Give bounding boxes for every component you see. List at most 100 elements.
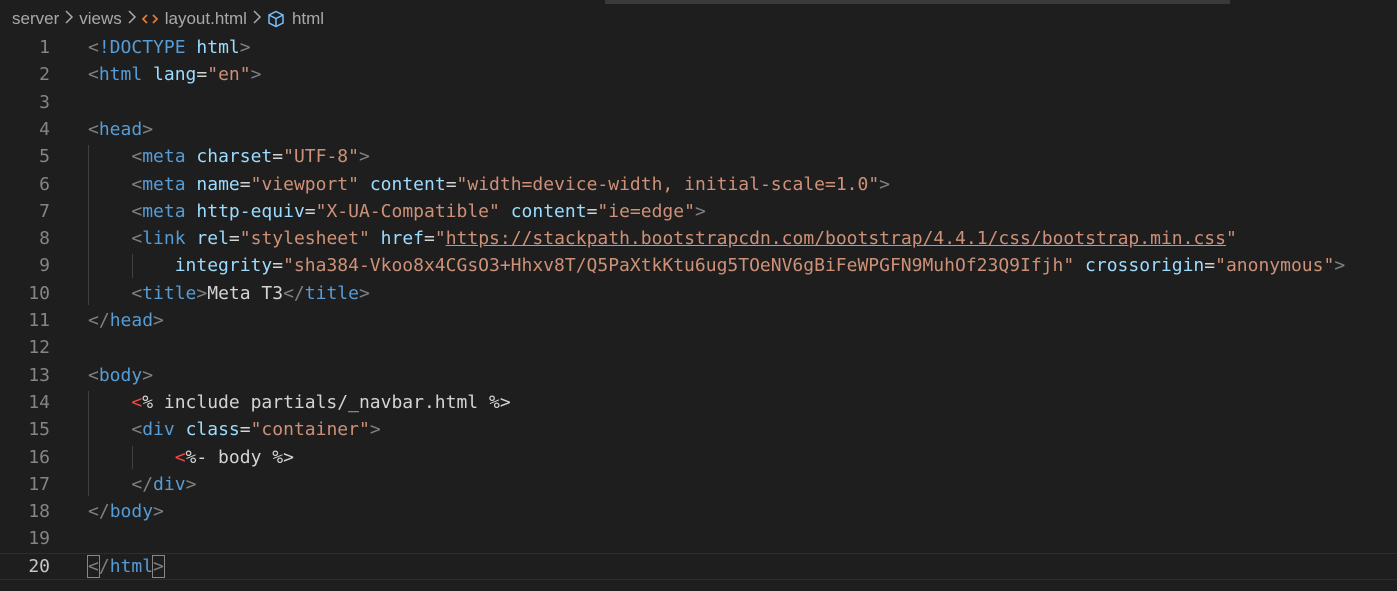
code-line[interactable]: 12 — [0, 334, 1397, 361]
code-token: meta — [142, 173, 186, 195]
line-number: 12 — [28, 337, 50, 359]
code-line[interactable]: 3 — [0, 89, 1397, 116]
code-token: %- body %> — [185, 446, 294, 468]
code-text: <body> — [88, 365, 153, 386]
code-line[interactable]: 5 <meta charset="UTF-8"> — [0, 143, 1397, 170]
code-text: </body> — [88, 501, 164, 522]
line-number: 2 — [39, 64, 50, 86]
code-line[interactable]: 6 <meta name="viewport" content="width=d… — [0, 171, 1397, 198]
code-line[interactable]: 14 <% include partials/_navbar.html %> — [0, 389, 1397, 416]
code-token: > — [694, 200, 706, 222]
code-token: charset — [196, 146, 273, 168]
code-token: = — [196, 64, 208, 86]
code-text: </div> — [88, 474, 196, 495]
code-token: html — [109, 555, 154, 577]
code-token: "UTF-8" — [283, 146, 359, 168]
code-token: class — [185, 419, 240, 441]
code-text: </head> — [88, 310, 164, 331]
code-line[interactable]: 20 </html> — [0, 552, 1397, 580]
code-token: title — [142, 282, 197, 304]
code-token: < — [131, 391, 143, 413]
code-text: <link rel="stylesheet" href="https://sta… — [88, 228, 1237, 250]
code-token: crossorigin — [1085, 255, 1205, 277]
line-number: 5 — [39, 146, 50, 168]
code-token: "stylesheet" — [239, 228, 370, 250]
code-text: <!DOCTYPE html> — [88, 37, 251, 58]
code-editor[interactable]: 1 <!DOCTYPE html> 2 <html lang="en"> 3 4 <head… — [0, 34, 1397, 591]
breadcrumb-item-views[interactable]: views — [79, 9, 122, 29]
code-line[interactable]: 9 integrity="sha384-Vkoo8x4CGsO3+Hhxv8T/… — [0, 252, 1397, 279]
code-line[interactable]: 11 </head> — [0, 307, 1397, 334]
code-line[interactable]: 17 </div> — [0, 471, 1397, 498]
code-text: <html lang="en"> — [88, 64, 261, 85]
code-token: </ — [88, 501, 110, 523]
code-token: < — [88, 64, 99, 86]
code-token: rel — [196, 228, 229, 250]
code-token: "sha384-Vkoo8x4CGsO3+Hhxv8T/Q5PaXtkKtu6u… — [283, 255, 1075, 277]
line-number: 4 — [39, 118, 50, 140]
code-token: = — [272, 255, 284, 277]
code-line[interactable]: 1 <!DOCTYPE html> — [0, 34, 1397, 61]
code-token: " — [1225, 228, 1237, 250]
code-token: < — [174, 446, 186, 468]
code-line[interactable]: 10 <title>Meta T3</title> — [0, 280, 1397, 307]
code-token: html — [98, 64, 143, 86]
chevron-right-icon — [61, 9, 77, 29]
breadcrumb-item-html[interactable]: html — [292, 9, 324, 29]
code-token: < — [131, 228, 143, 250]
code-token: head — [98, 118, 143, 140]
code-text: integrity="sha384-Vkoo8x4CGsO3+Hhxv8T/Q5… — [88, 255, 1345, 276]
code-token: < — [131, 282, 143, 304]
line-number: 18 — [28, 501, 50, 523]
indent-guide — [132, 254, 133, 278]
code-token: integrity — [174, 255, 273, 277]
code-line[interactable]: 18 </body> — [0, 498, 1397, 525]
code-text: <meta http-equiv="X-UA-Compatible" conte… — [88, 200, 706, 222]
code-token: > — [185, 473, 197, 495]
code-token: link — [142, 228, 186, 250]
code-token: > — [152, 554, 165, 578]
code-line[interactable]: 16 <%- body %> — [0, 444, 1397, 471]
code-token: = — [1204, 255, 1216, 277]
code-text: </html> — [87, 554, 165, 578]
breadcrumb-item-file[interactable]: layout.html — [165, 9, 247, 29]
code-line[interactable]: 13 <body> — [0, 362, 1397, 389]
code-token: = — [239, 419, 251, 441]
code-line[interactable]: 2 <html lang="en"> — [0, 61, 1397, 88]
line-number: 15 — [28, 419, 50, 441]
code-token: body — [109, 501, 154, 523]
code-token: > — [153, 310, 164, 331]
indent-guide — [88, 145, 89, 305]
code-line[interactable]: 4 <head> — [0, 116, 1397, 143]
code-token: < — [131, 200, 143, 222]
code-line[interactable]: 15 <div class="container"> — [0, 416, 1397, 443]
code-line[interactable]: 7 <meta http-equiv="X-UA-Compatible" con… — [0, 198, 1397, 225]
code-token: div — [153, 473, 186, 495]
code-token: Meta T3 — [207, 282, 284, 304]
breadcrumb-item-server[interactable]: server — [12, 9, 59, 29]
code-text: <%- body %> — [88, 447, 294, 468]
code-token: body — [98, 364, 143, 386]
code-token: < — [131, 146, 143, 168]
code-line[interactable]: 19 — [0, 525, 1397, 552]
cube-icon — [267, 10, 285, 28]
code-token: html — [196, 37, 240, 58]
code-token: = — [228, 228, 240, 250]
code-token: https://stackpath.bootstrapcdn.com/boots… — [445, 228, 1226, 250]
code-token: > — [153, 501, 164, 523]
breadcrumb: server views layout.html html — [0, 0, 1397, 37]
code-text: <head> — [88, 119, 153, 140]
code-token: < — [87, 554, 100, 578]
code-token: / — [98, 555, 110, 577]
code-line[interactable]: 8 <link rel="stylesheet" href="https://s… — [0, 225, 1397, 252]
